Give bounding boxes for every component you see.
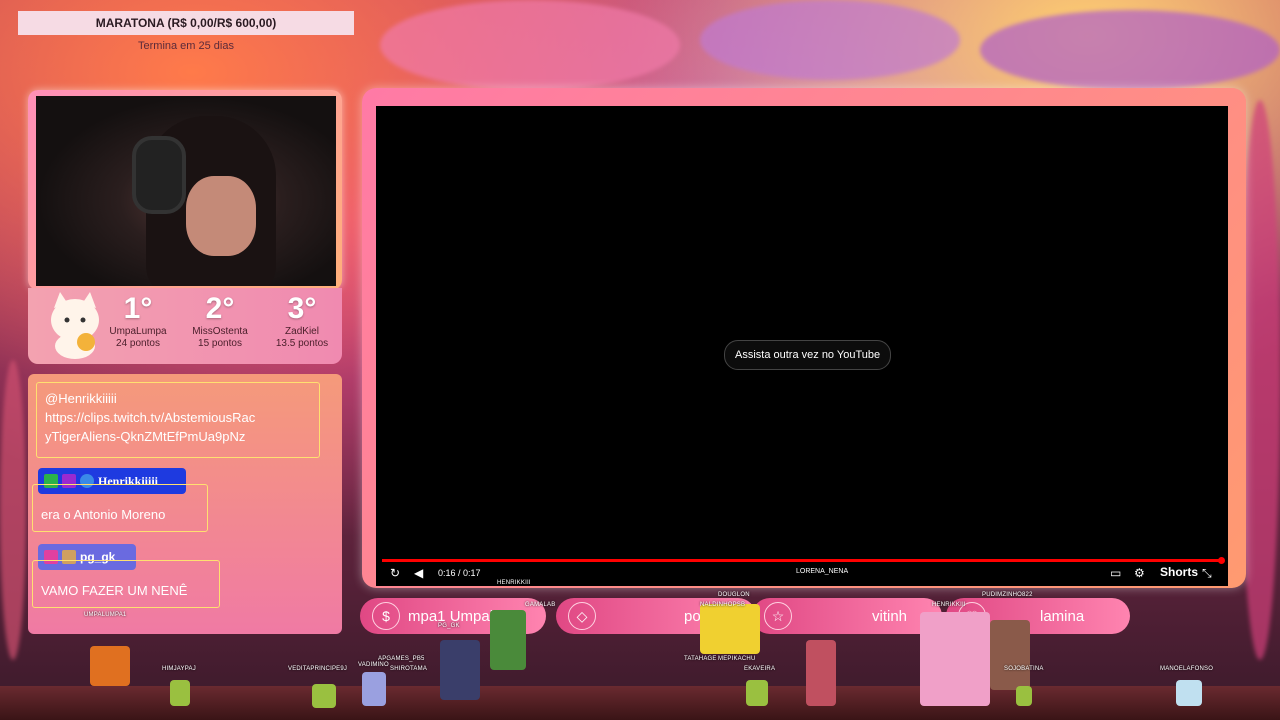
sprite-character: [440, 640, 480, 700]
viewer-name: PUDIMZINHO822: [982, 592, 1033, 598]
sprite-character: [746, 680, 768, 706]
progress-handle[interactable]: [1218, 557, 1225, 564]
chat-message: era o Antonio Moreno: [32, 484, 208, 532]
viewer-name: MANOELAFONSO: [1160, 666, 1214, 672]
rank-2-points: 15 pontos: [198, 338, 242, 349]
viewer-name: PG_GK: [438, 623, 460, 629]
viewer-name: UMPALUMPA1: [84, 612, 127, 618]
diamond-icon: ◇: [568, 602, 596, 630]
rank-1-points: 24 pontos: [116, 338, 160, 349]
settings-gear-icon[interactable]: ⚙: [1134, 566, 1145, 580]
headphones-icon: [132, 136, 186, 214]
chat-message: @Henrikkiiiii https://clips.twitch.tv/Ab…: [36, 382, 320, 458]
chat-message-text: era o Antonio Moreno: [41, 507, 166, 522]
goal-subtitle: Termina em 25 dias: [138, 40, 234, 52]
chat-message: VAMO FAZER UM NENÊ: [32, 560, 220, 608]
sprite-character: [700, 604, 760, 654]
alert-pill-star: ☆ vitinh: [752, 598, 942, 634]
streamer-face: [186, 176, 256, 256]
captions-icon[interactable]: ▭: [1110, 566, 1121, 580]
dollar-icon: $: [372, 602, 400, 630]
replay-icon[interactable]: ↻: [390, 566, 400, 580]
rank-2: 2° MissOstenta 15 pontos: [180, 292, 260, 350]
sprite-character: [1016, 686, 1032, 706]
sprite-character: [170, 680, 190, 706]
background-blossom: [0, 360, 26, 660]
viewer-name: TATAHAGE: [684, 656, 717, 662]
goal-bar: MARATONA (R$ 0,00/R$ 600,00): [18, 11, 354, 35]
ground-strip: [0, 686, 1280, 720]
viewer-name: HIMJAYPAJ: [162, 666, 196, 672]
viewer-name: DOUGLON: [718, 592, 750, 598]
cat-mascot-icon: [51, 292, 99, 359]
rank-3-name: ZadKiel: [285, 326, 319, 337]
time-display: 0:16 / 0:17: [438, 568, 481, 578]
viewer-name: HENRIKKIII: [932, 602, 966, 608]
sprite-character: [806, 640, 836, 706]
viewer-name: EKAVEIRA: [744, 666, 776, 672]
sprite-character: [1176, 680, 1202, 706]
star-icon: ☆: [764, 602, 792, 630]
rank-1-position: 1°: [123, 292, 153, 325]
rank-3-points: 13.5 pontos: [275, 338, 329, 349]
sprite-character: [990, 620, 1030, 690]
alert-pill-text: vitinh: [872, 607, 908, 625]
progress-bar[interactable]: [382, 559, 1222, 562]
chat-message-text: VAMO FAZER UM NENÊ: [41, 583, 188, 598]
background-blossom: [700, 0, 960, 80]
sprite-character: [490, 610, 526, 670]
youtube-player[interactable]: Assista outra vez no YouTube ↻ ◀ 0:16 / …: [376, 106, 1228, 586]
viewer-name: VEDITAPRINCIPE9J: [288, 666, 348, 672]
viewer-name: MEPIKACHU: [718, 656, 756, 662]
leaderboard: 1° UmpaLumpa 24 pontos 2° MissOstenta 15…: [28, 288, 342, 364]
chat-panel: @Henrikkiiiii https://clips.twitch.tv/Ab…: [28, 374, 342, 634]
sprite-character: [920, 612, 990, 706]
background-blossom: [1240, 100, 1280, 660]
viewer-name: HENRIKKIII: [497, 580, 531, 586]
alert-pill-text: po: [684, 607, 701, 625]
fullscreen-exit-icon[interactable]: ⤡: [1202, 566, 1212, 581]
chat-link-line: yTigerAliens-QknZMtEfPmUa9pNz: [45, 429, 246, 444]
alert-pill-text: lamina: [1040, 607, 1085, 625]
viewer-name: NALDINHOPSB: [700, 602, 746, 608]
chat-mention: @Henrikkiiiii: [45, 391, 117, 406]
viewer-name: GAMALAB: [525, 602, 556, 608]
shorts-button[interactable]: Shorts: [1160, 565, 1198, 579]
webcam-feed: [36, 96, 336, 286]
watch-again-button[interactable]: Assista outra vez no YouTube: [724, 340, 892, 370]
rank-3: 3° ZadKiel 13.5 pontos: [262, 292, 342, 350]
rank-1-name: UmpaLumpa: [109, 326, 167, 337]
background-blossom: [980, 10, 1280, 90]
chat-link-line: https://clips.twitch.tv/AbstemiousRac: [45, 410, 256, 425]
rank-2-name: MissOstenta: [192, 326, 248, 337]
rank-2-position: 2°: [205, 292, 235, 325]
rank-1: 1° UmpaLumpa 24 pontos: [98, 292, 178, 350]
channel-name: LORENA_NENA: [796, 568, 849, 575]
background-blossom: [380, 0, 680, 90]
rank-3-position: 3°: [287, 292, 317, 325]
viewer-name: SHIROTAMA: [390, 666, 428, 672]
sprite-character: [312, 684, 336, 708]
volume-icon[interactable]: ◀: [414, 566, 423, 580]
viewer-name: SOJOBATINA: [1004, 666, 1044, 672]
viewer-name: VADIMINO: [358, 662, 389, 668]
sprite-character: [90, 646, 130, 686]
sprite-character: [362, 672, 386, 706]
